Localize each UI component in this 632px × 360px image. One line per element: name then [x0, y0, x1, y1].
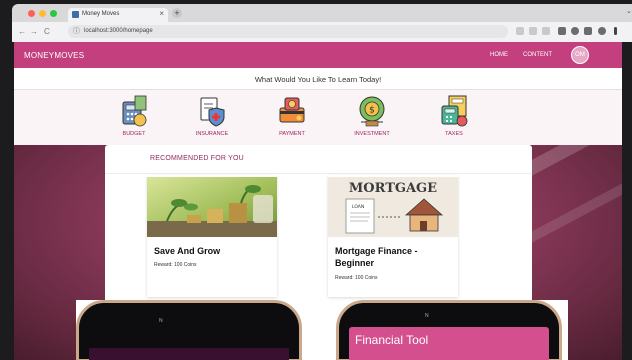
mortgage-image: MORTGAGE LOAN — [328, 177, 458, 237]
card-title: Save And Grow — [154, 246, 221, 256]
url-text: localhost:3000/homepage — [84, 28, 153, 34]
nav-home-link[interactable]: HOME — [490, 52, 508, 58]
banner-text: What Would You Like To Learn Today! — [254, 75, 382, 84]
phone-mockup-right: N Financial Tool — [336, 300, 562, 360]
nav-content-link[interactable]: CONTENT — [523, 52, 552, 58]
category-budget[interactable]: BUDGET — [106, 94, 162, 142]
browser-tab-bar: Money Moves × + ⌄ — [12, 4, 632, 22]
loan-document-label: LOAN — [352, 204, 364, 210]
close-window-button[interactable] — [28, 10, 35, 17]
category-investment[interactable]: $ INVESTMENT — [344, 94, 400, 142]
site-logo[interactable]: MONEYMOVES — [24, 51, 84, 60]
profile-icon[interactable] — [598, 27, 606, 35]
taxes-icon — [441, 95, 468, 127]
investment-icon: $ — [359, 96, 385, 127]
avatar[interactable]: OM — [571, 46, 589, 64]
learn-banner: What Would You Like To Learn Today! — [14, 68, 622, 90]
minimize-window-button[interactable] — [39, 10, 46, 17]
extension-icon[interactable] — [542, 27, 550, 35]
close-tab-icon[interactable]: × — [159, 9, 164, 18]
extension-icon[interactable] — [571, 27, 579, 35]
tab-menu-chevron-icon[interactable]: ⌄ — [626, 7, 632, 15]
category-label: INSURANCE — [195, 131, 229, 137]
divider — [105, 173, 532, 174]
category-label: TAXES — [445, 131, 463, 137]
card-reward: Reward: 100 Coins — [335, 275, 378, 281]
insurance-icon — [200, 97, 225, 127]
recommended-title: RECOMMENDED FOR YOU — [150, 155, 244, 162]
category-taxes[interactable]: TAXES — [426, 94, 482, 142]
phone-mockup-left: N — [76, 300, 302, 360]
svg-text:$: $ — [369, 106, 375, 116]
extension-icon[interactable] — [558, 27, 566, 35]
course-card-save-and-grow[interactable]: Save And Grow Reward: 100 Coins — [147, 175, 277, 297]
coins-plant-image — [147, 177, 277, 237]
address-bar[interactable]: ⓘ localhost:3000/homepage — [68, 25, 508, 38]
phone-screen — [89, 348, 289, 360]
tab-title: Money Moves — [82, 11, 120, 17]
mortgage-image-heading: MORTGAGE — [349, 181, 437, 196]
phone-status-label: N — [425, 313, 429, 319]
category-payment[interactable]: PAYMENT — [264, 94, 320, 142]
extension-icon[interactable] — [529, 27, 537, 35]
favicon-icon — [72, 11, 79, 18]
forward-icon[interactable]: → — [30, 27, 38, 36]
browser-tab[interactable]: Money Moves × — [68, 8, 168, 22]
recommended-panel: RECOMMENDED FOR YOU Save And Grow Reward… — [105, 145, 532, 305]
category-label: INVESTMENT — [354, 131, 390, 137]
card-title: Mortgage Finance - Beginner — [335, 246, 418, 268]
category-insurance[interactable]: INSURANCE — [184, 94, 240, 142]
course-card-mortgage-finance[interactable]: MORTGAGE LOAN Mortgage Finance - Beginne… — [328, 175, 458, 297]
menu-dots-icon[interactable] — [614, 27, 617, 35]
phone-screen-title: Financial Tool — [355, 333, 429, 347]
payment-icon — [279, 97, 305, 123]
category-row: BUDGET INSURANCE PAYMENT $ INVESTMENT TA… — [14, 90, 622, 145]
sidebar-icon[interactable] — [584, 27, 592, 35]
maximize-window-button[interactable] — [50, 10, 57, 17]
phone-screen: Financial Tool — [349, 327, 549, 360]
category-label: BUDGET — [122, 131, 146, 137]
category-label: PAYMENT — [279, 131, 305, 137]
screenshot: Money Moves × + ⌄ ← → C ⓘ localhost:3000… — [0, 0, 632, 360]
site-info-icon[interactable]: ⓘ — [73, 26, 80, 36]
back-icon[interactable]: ← — [18, 27, 26, 36]
extension-icon[interactable] — [516, 27, 524, 35]
phone-status-label: N — [159, 318, 163, 324]
card-reward: Reward: 100 Coins — [154, 262, 197, 268]
browser-toolbar: ← → C ⓘ localhost:3000/homepage — [12, 22, 632, 42]
reload-icon[interactable]: C — [44, 27, 50, 36]
site-header: MONEYMOVES HOME CONTENT OM — [14, 42, 622, 68]
budget-icon — [122, 95, 147, 127]
new-tab-button[interactable]: + — [172, 8, 182, 18]
